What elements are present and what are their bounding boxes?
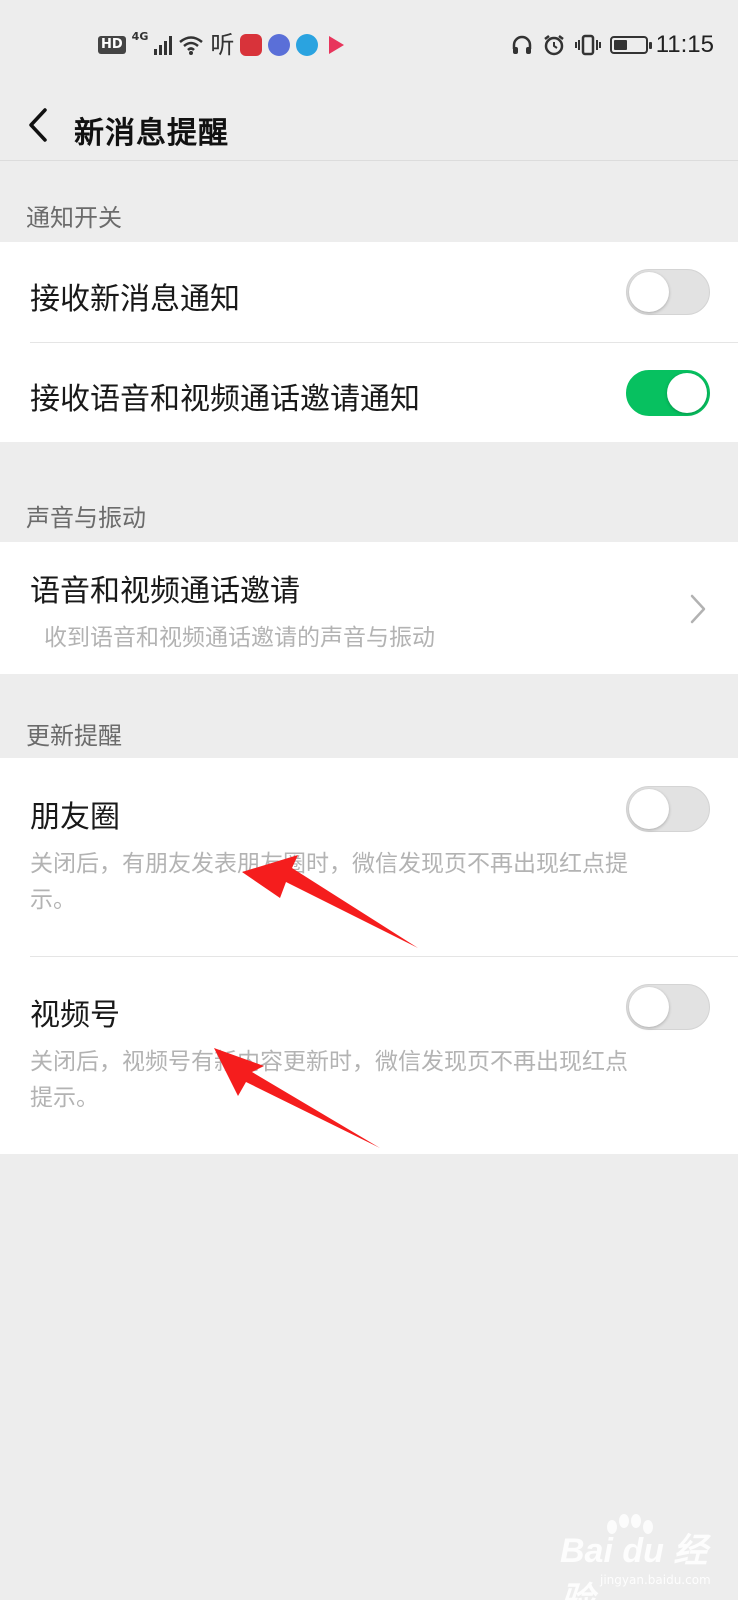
nav-divider [0,160,738,161]
row-label: 接收语音和视频通话邀请通知 [30,382,420,417]
battery-level [613,40,628,50]
row-subtitle-line2: 示。 [30,887,76,913]
row-receive-new-message[interactable]: 接收新消息通知 [0,242,738,342]
toggle-knob [629,272,669,312]
chevron-left-icon [29,108,47,142]
row-channels[interactable]: 视频号 关闭后，视频号有新内容更新时，微信发现页不再出现红点 提示。 [0,956,738,1154]
toggle-receive-call-invite[interactable] [626,370,710,416]
toggle-moments[interactable] [626,786,710,832]
watermark-url: jingyan.baidu.com [600,1573,711,1587]
section-title-notification-switch: 通知开关 [26,204,122,232]
video-app-icon [329,36,345,54]
browser-app-icon [296,34,319,56]
back-button[interactable] [18,98,58,152]
row-receive-call-invite[interactable]: 接收语音和视频通话邀请通知 [0,342,738,442]
signal-icon [154,35,173,55]
status-bar-right: 11:15 [510,28,714,62]
row-call-invite-sound[interactable]: 语音和视频通话邀请 收到语音和视频通话邀请的声音与振动 [0,542,738,674]
clock: 11:15 [655,31,714,58]
nav-bar: 新消息提醒 [0,90,738,162]
toggle-knob [629,987,669,1027]
alarm-icon [543,35,564,56]
music-app-icon [268,34,291,56]
card-sound-vibration: 语音和视频通话邀请 收到语音和视频通话邀请的声音与振动 [0,542,738,674]
page-title: 新消息提醒 [74,116,229,151]
baidu-jingyan-watermark: Bai du 经验 jingyan.baidu.com [560,1514,730,1600]
row-label: 接收新消息通知 [30,282,240,317]
status-bar: HD 4G 听 11:15 [0,0,738,90]
toggle-knob [667,373,707,413]
row-label: 视频号 [30,998,120,1033]
row-label: 朋友圈 [30,800,120,835]
row-subtitle-line2: 提示。 [30,1085,99,1111]
wifi-icon [179,36,204,55]
status-bar-left: HD 4G 听 [98,28,348,62]
vibrate-icon [574,34,601,56]
section-title-sound-vibration: 声音与振动 [26,504,146,532]
ting-app-icon: 听 [210,31,235,59]
toggle-channels[interactable] [626,984,710,1030]
hd-badge: HD [98,36,126,54]
watermark-text: Bai du 经验 [560,1532,708,1600]
row-moments[interactable]: 朋友圈 关闭后，有朋友发表朋友圈时，微信发现页不再出现红点提 示。 [0,758,738,956]
chevron-right-icon [690,594,706,624]
book-app-icon [240,34,263,56]
section-title-update-reminder: 更新提醒 [26,722,122,750]
network-type: 4G [131,30,149,43]
toggle-receive-new-message[interactable] [626,269,710,315]
card-update-reminder: 朋友圈 关闭后，有朋友发表朋友圈时，微信发现页不再出现红点提 示。 视频号 关闭… [0,758,738,1154]
row-subtitle: 收到语音和视频通话邀请的声音与振动 [44,625,435,651]
row-label: 语音和视频通话邀请 [30,574,300,609]
row-subtitle-line1: 关闭后，有朋友发表朋友圈时，微信发现页不再出现红点提 [30,851,628,877]
headphones-icon [512,35,531,54]
card-notification-switch: 接收新消息通知 接收语音和视频通话邀请通知 [0,242,738,442]
toggle-knob [629,789,669,829]
row-subtitle-line1: 关闭后，视频号有新内容更新时，微信发现页不再出现红点 [30,1049,628,1075]
battery-icon [609,36,652,54]
